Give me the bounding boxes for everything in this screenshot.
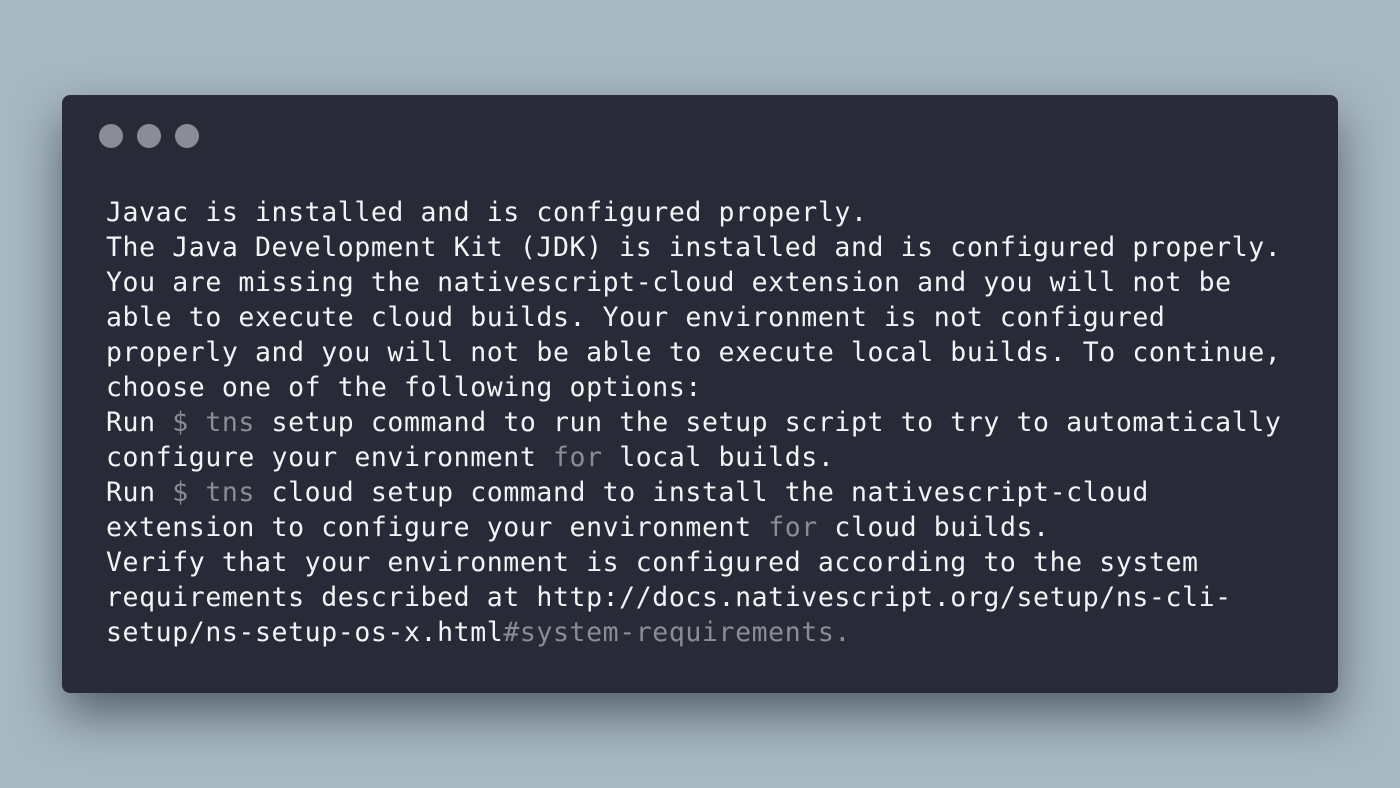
terminal-line: Verify that your environment is configur… <box>106 545 1308 580</box>
terminal-token-muted: for <box>768 512 818 543</box>
minimize-button[interactable] <box>137 124 161 148</box>
terminal-text: requirements described at http://docs.na… <box>106 582 1232 613</box>
terminal-line: able to execute cloud builds. Your envir… <box>106 300 1308 335</box>
terminal-token-muted: for <box>552 442 603 473</box>
terminal-text: configure your environment <box>106 442 553 473</box>
terminal-token-muted: #system-requirements. <box>503 617 851 648</box>
terminal-text: able to execute cloud builds. Your envir… <box>106 302 1166 333</box>
terminal-line: properly and you will not be able to exe… <box>106 335 1308 370</box>
terminal-line: You are missing the nativescript-cloud e… <box>106 265 1308 300</box>
terminal-text: setup command to run the setup script to… <box>255 407 1282 438</box>
window-controls <box>99 124 199 148</box>
terminal-token-muted: $ tns <box>172 477 255 508</box>
terminal-line: Javac is installed and is configured pro… <box>106 195 1308 230</box>
terminal-line: Run $ tns setup command to run the setup… <box>106 405 1308 440</box>
terminal-line: extension to configure your environment … <box>106 510 1308 545</box>
terminal-window: Javac is installed and is configured pro… <box>62 95 1338 693</box>
terminal-text: cloud builds. <box>817 512 1050 543</box>
terminal-line: Run $ tns cloud setup command to install… <box>106 475 1308 510</box>
terminal-line: requirements described at http://docs.na… <box>106 580 1308 615</box>
terminal-text: Javac is installed and is configured pro… <box>106 197 868 228</box>
terminal-text: properly and you will not be able to exe… <box>106 337 1282 368</box>
close-button[interactable] <box>99 124 123 148</box>
terminal-line: choose one of the following options: <box>106 370 1308 405</box>
terminal-line: setup/ns-setup-os-x.html#system-requirem… <box>106 615 1308 650</box>
terminal-text: The Java Development Kit (JDK) is instal… <box>106 232 1282 263</box>
terminal-text: local builds. <box>602 442 835 473</box>
terminal-text: setup/ns-setup-os-x.html <box>106 617 504 648</box>
terminal-line: configure your environment for local bui… <box>106 440 1308 475</box>
zoom-button[interactable] <box>175 124 199 148</box>
terminal-text: Run <box>106 407 173 438</box>
terminal-text: Verify that your environment is configur… <box>106 547 1199 578</box>
terminal-text: You are missing the nativescript-cloud e… <box>106 267 1232 298</box>
terminal-text: cloud setup command to install the nativ… <box>255 477 1149 508</box>
terminal-line: The Java Development Kit (JDK) is instal… <box>106 230 1308 265</box>
terminal-text: choose one of the following options: <box>106 372 702 403</box>
terminal-text: extension to configure your environment <box>106 512 769 543</box>
terminal-text: Run <box>106 477 173 508</box>
terminal-token-muted: $ tns <box>172 407 255 438</box>
terminal-output: Javac is installed and is configured pro… <box>106 195 1308 650</box>
